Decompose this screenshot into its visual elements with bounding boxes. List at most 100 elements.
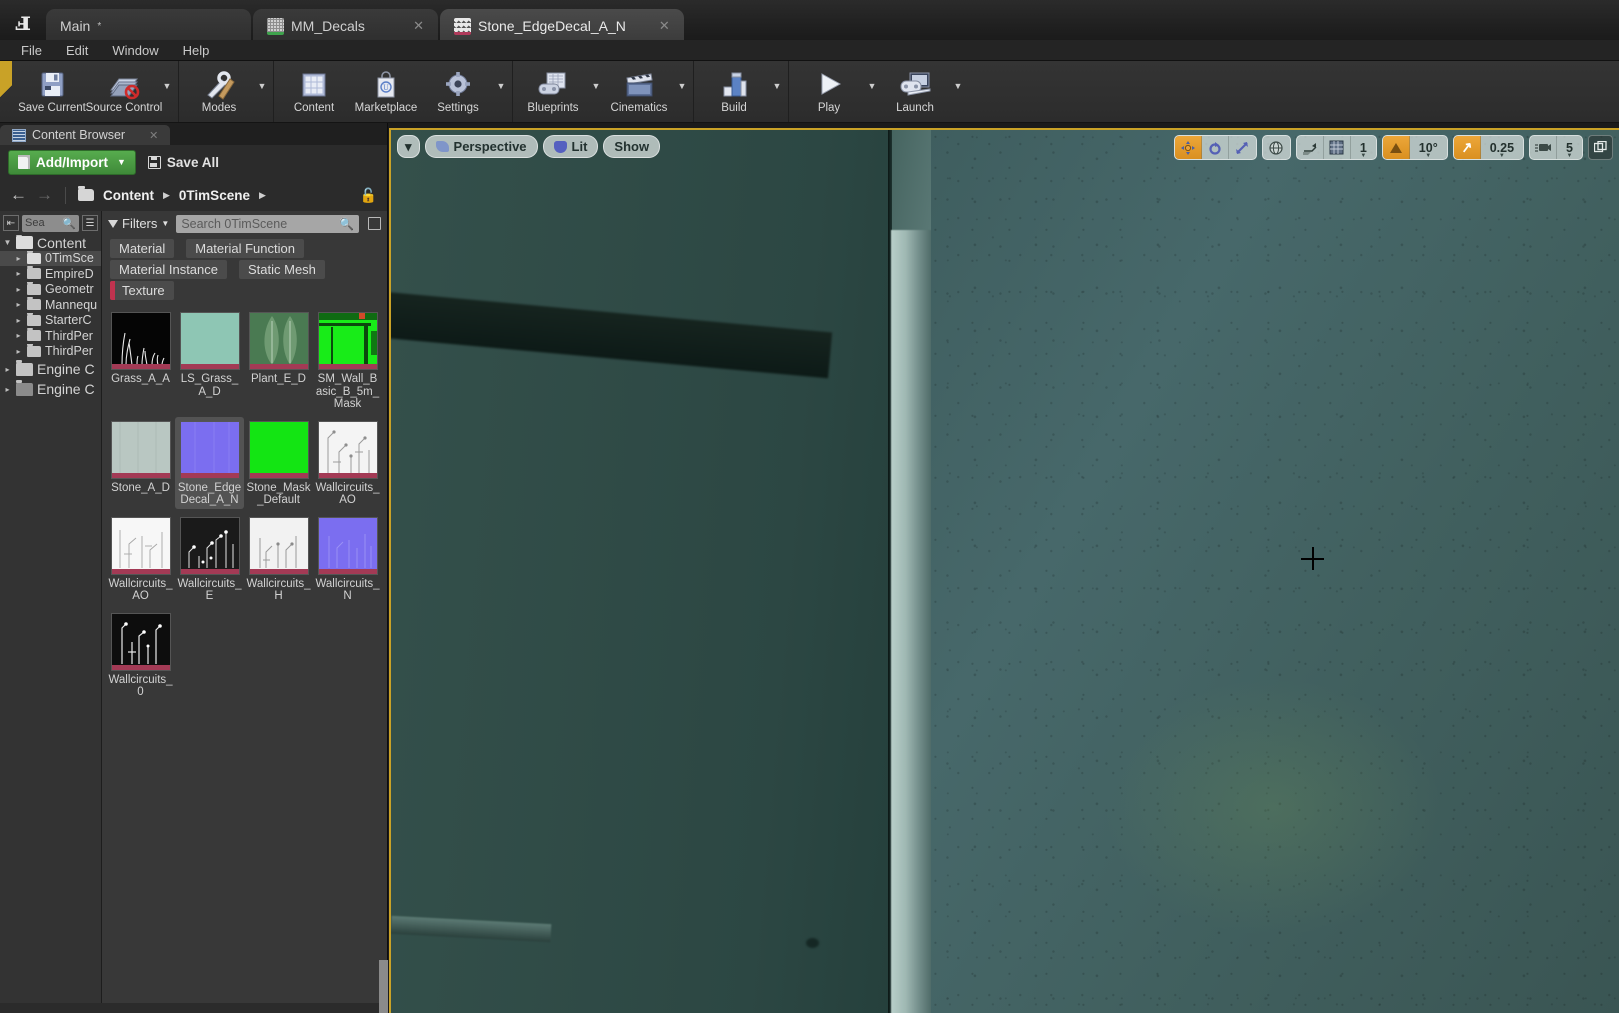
sources-options-icon[interactable]: ☰ bbox=[82, 215, 98, 231]
menu-help[interactable]: Help bbox=[172, 41, 221, 60]
surface-snap-icon[interactable] bbox=[1297, 136, 1324, 159]
modes-caret-icon[interactable]: ▼ bbox=[255, 61, 269, 122]
menu-window[interactable]: Window bbox=[101, 41, 169, 60]
level-viewport[interactable]: ▾ Perspective Lit Show 1 ▼ 10° ▼ ↗ 0.25 … bbox=[389, 128, 1619, 1013]
tree-item-empiredecals[interactable]: ▸ EmpireD bbox=[0, 266, 101, 282]
rotation-snap-value[interactable]: 10° ▼ bbox=[1410, 136, 1447, 160]
blueprints-button[interactable]: Blueprints bbox=[517, 61, 589, 122]
filter-pill-material[interactable]: Material bbox=[110, 239, 175, 258]
expand-arrow-icon[interactable]: ▸ bbox=[14, 331, 23, 340]
cinematics-button[interactable]: Cinematics bbox=[603, 61, 675, 122]
close-icon[interactable]: ✕ bbox=[149, 129, 158, 142]
tree-item-geometry[interactable]: ▸ Geometr bbox=[0, 281, 101, 298]
maximize-viewport-icon[interactable] bbox=[1588, 135, 1613, 160]
rotate-gizmo-icon[interactable] bbox=[1202, 136, 1229, 159]
modes-button[interactable]: Modes bbox=[183, 61, 255, 122]
build-button[interactable]: Build bbox=[698, 61, 770, 122]
save-current-button[interactable]: Save Current bbox=[16, 61, 88, 122]
camera-speed-icon[interactable] bbox=[1530, 136, 1558, 159]
filter-pill-material-instance[interactable]: Material Instance bbox=[110, 260, 227, 279]
add-import-button[interactable]: Add/Import ▼ bbox=[8, 149, 136, 175]
asset-tile-selected[interactable]: Stone_Edge Decal_A_N bbox=[175, 416, 244, 509]
source-control-caret-icon[interactable]: ▼ bbox=[160, 61, 174, 122]
expand-arrow-icon[interactable]: ▸ bbox=[3, 385, 12, 394]
expand-arrow-icon[interactable]: ▸ bbox=[3, 365, 12, 374]
tree-item-thirdperson-1[interactable]: ▸ ThirdPer bbox=[0, 328, 101, 344]
asset-tile[interactable]: Stone_A_D bbox=[106, 417, 175, 509]
tree-item-startercontent[interactable]: ▸ StarterC bbox=[0, 312, 101, 329]
filter-pill-material-function[interactable]: Material Function bbox=[186, 239, 304, 258]
grid-snap-value[interactable]: 1 ▼ bbox=[1351, 136, 1376, 160]
scale-gizmo-icon[interactable] bbox=[1229, 136, 1256, 159]
grid-snap-icon[interactable] bbox=[1324, 136, 1351, 159]
play-caret-icon[interactable]: ▼ bbox=[865, 61, 879, 122]
asset-tile[interactable]: SM_Wall_Basic_B_5m_Mask bbox=[313, 308, 382, 413]
source-control-button[interactable]: Source Control bbox=[86, 61, 162, 122]
viewport-scrollbar[interactable] bbox=[379, 960, 388, 1013]
asset-tile[interactable]: Wallcircuits_AO bbox=[313, 417, 382, 509]
camera-speed-value[interactable]: 5 ▼ bbox=[1557, 136, 1582, 160]
chevron-right-icon[interactable]: ▶ bbox=[259, 190, 266, 201]
filters-button[interactable]: Filters ▼ bbox=[108, 216, 169, 231]
tab-main[interactable]: Main * bbox=[46, 9, 251, 43]
tab-stone-edgedecal[interactable]: Stone_EdgeDecal_A_N ✕ bbox=[440, 9, 684, 43]
menu-edit[interactable]: Edit bbox=[55, 41, 99, 60]
marketplace-button[interactable]: U Marketplace bbox=[350, 61, 422, 122]
world-coordinate-icon[interactable] bbox=[1263, 136, 1290, 159]
scale-snap-value[interactable]: 0.25 ▼ bbox=[1481, 136, 1523, 160]
play-button[interactable]: Play bbox=[793, 61, 865, 122]
expand-arrow-icon[interactable]: ▸ bbox=[14, 269, 23, 278]
viewport-options-button[interactable]: ▾ bbox=[397, 135, 420, 158]
breadcrumb-current[interactable]: 0TimScene bbox=[179, 188, 250, 203]
forward-arrow-icon[interactable]: → bbox=[36, 185, 53, 205]
menu-file[interactable]: File bbox=[10, 41, 53, 60]
save-search-icon[interactable] bbox=[368, 217, 381, 230]
asset-tile[interactable]: Wallcircuits_H bbox=[244, 513, 313, 605]
collapse-tree-icon[interactable]: ⇤ bbox=[3, 215, 19, 231]
filter-pill-texture[interactable]: Texture bbox=[110, 281, 174, 300]
asset-tile[interactable]: LS_Grass_A_D bbox=[175, 308, 244, 413]
tab-content-browser[interactable]: Content Browser ✕ bbox=[0, 125, 171, 145]
settings-caret-icon[interactable]: ▼ bbox=[494, 61, 508, 122]
asset-tile[interactable]: Wallcircuits_0 bbox=[106, 609, 175, 701]
viewport-shading-button[interactable]: Lit bbox=[542, 135, 599, 158]
asset-tile[interactable]: Wallcircuits_E bbox=[175, 513, 244, 605]
asset-search-input[interactable]: Search 0TimScene 🔍 bbox=[176, 214, 359, 233]
settings-button[interactable]: Settings bbox=[422, 61, 494, 122]
filter-pill-static-mesh[interactable]: Static Mesh bbox=[239, 260, 325, 279]
launch-button[interactable]: Launch bbox=[879, 61, 951, 122]
save-all-button[interactable]: Save All bbox=[147, 155, 219, 170]
expand-arrow-icon[interactable]: ▸ bbox=[14, 347, 23, 356]
tree-item-thirdperson-2[interactable]: ▸ ThirdPer bbox=[0, 343, 101, 360]
tree-item-0timscene[interactable]: ▸ 0TimSce bbox=[0, 250, 101, 266]
expand-arrow-icon[interactable]: ▸ bbox=[14, 316, 23, 325]
asset-tile[interactable]: Plant_E_D bbox=[244, 308, 313, 413]
tree-item-mannequin[interactable]: ▸ Mannequ bbox=[0, 297, 101, 313]
unreal-logo-icon[interactable]: ⅎ bbox=[0, 0, 46, 43]
expand-arrow-icon[interactable]: ▸ bbox=[14, 254, 23, 263]
asset-tile[interactable]: Grass_A_A bbox=[106, 308, 175, 413]
tree-item-engine-content-1[interactable]: ▸ Engine C bbox=[0, 359, 101, 379]
chevron-right-icon[interactable]: ▶ bbox=[163, 190, 170, 201]
lock-icon[interactable]: 🔓 bbox=[360, 187, 377, 204]
sources-search-input[interactable]: Sea 🔍 bbox=[22, 214, 79, 232]
tab-mm-decals[interactable]: MM_Decals ✕ bbox=[253, 9, 438, 43]
close-icon[interactable]: ✕ bbox=[387, 18, 424, 34]
close-icon[interactable]: ✕ bbox=[633, 18, 670, 34]
asset-tile[interactable]: Wallcircuits_AO bbox=[106, 513, 175, 605]
viewport-camera-button[interactable]: Perspective bbox=[424, 135, 538, 158]
breadcrumb-root[interactable]: Content bbox=[103, 188, 154, 203]
tree-item-content[interactable]: ▼ Content bbox=[0, 235, 101, 251]
viewport-show-button[interactable]: Show bbox=[603, 135, 661, 158]
blueprints-caret-icon[interactable]: ▼ bbox=[589, 61, 603, 122]
build-caret-icon[interactable]: ▼ bbox=[770, 61, 784, 122]
expand-arrow-icon[interactable]: ▸ bbox=[14, 285, 23, 294]
content-button[interactable]: Content bbox=[278, 61, 350, 122]
launch-caret-icon[interactable]: ▼ bbox=[951, 61, 965, 122]
expand-arrow-icon[interactable]: ▸ bbox=[14, 300, 23, 309]
asset-tile[interactable]: Wallcircuits_N bbox=[313, 513, 382, 605]
back-arrow-icon[interactable]: ← bbox=[10, 185, 27, 205]
scale-snap-icon[interactable]: ↗ bbox=[1453, 136, 1481, 159]
translate-gizmo-icon[interactable] bbox=[1174, 136, 1202, 159]
cinematics-caret-icon[interactable]: ▼ bbox=[675, 61, 689, 122]
